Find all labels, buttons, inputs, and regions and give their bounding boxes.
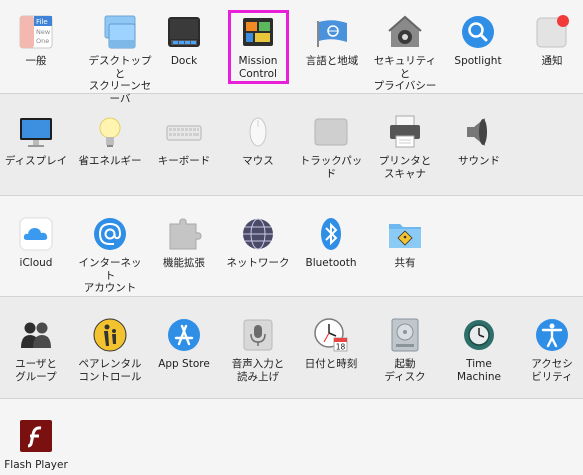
sharing-folder-icon bbox=[387, 216, 423, 252]
pref-sound[interactable]: サウンド bbox=[443, 114, 515, 168]
clock-calendar-icon: 18 bbox=[313, 317, 349, 353]
svg-text:New: New bbox=[36, 28, 51, 36]
internet-accounts-label: インターネット アカウント bbox=[78, 257, 142, 294]
pref-security[interactable]: セキュリティと プライバシー bbox=[369, 14, 441, 93]
pref-users-groups[interactable]: ユーザと グループ bbox=[0, 317, 72, 383]
security-label: セキュリティと プライバシー bbox=[373, 55, 437, 92]
pref-flash-player[interactable]: Flash Player bbox=[0, 418, 72, 472]
pref-date-time[interactable]: 18 日付と時刻 bbox=[295, 317, 367, 371]
pref-extensions[interactable]: 機能拡張 bbox=[148, 216, 220, 270]
pref-language[interactable]: 言語と地域 bbox=[296, 14, 368, 68]
accessibility-icon bbox=[534, 317, 570, 353]
mission-control-icon bbox=[240, 14, 276, 50]
lightbulb-icon bbox=[92, 114, 128, 150]
printers-label: プリンタと スキャナ bbox=[378, 155, 432, 180]
desktop-label: デスクトップと スクリーンセーバ bbox=[88, 55, 152, 105]
spotlight-label: Spotlight bbox=[454, 55, 502, 67]
pref-app-store[interactable]: App Store bbox=[148, 317, 220, 371]
time-machine-icon bbox=[461, 317, 497, 353]
icloud-icon bbox=[18, 216, 54, 252]
pref-dictation[interactable]: 音声入力と 読み上げ bbox=[222, 317, 294, 383]
pref-startup-disk[interactable]: 起動 ディスク bbox=[369, 317, 441, 383]
sharing-label: 共有 bbox=[394, 257, 416, 269]
trackpad-icon bbox=[313, 114, 349, 150]
pref-energy[interactable]: 省エネルギー bbox=[74, 114, 146, 168]
pref-notifications[interactable]: 通知 bbox=[516, 14, 583, 68]
pref-general[interactable]: File New One 一般 bbox=[0, 14, 72, 68]
other-section bbox=[0, 399, 583, 475]
mission-control-label: Mission Control bbox=[238, 55, 278, 80]
spotlight-search-icon bbox=[460, 14, 496, 50]
startup-label: 起動 ディスク bbox=[384, 358, 426, 383]
trackpad-label: トラックパッド bbox=[299, 155, 363, 180]
pref-trackpad[interactable]: トラックパッド bbox=[295, 114, 367, 180]
pref-sharing[interactable]: 共有 bbox=[369, 216, 441, 270]
pref-printers[interactable]: プリンタと スキャナ bbox=[369, 114, 441, 180]
energy-label: 省エネルギー bbox=[78, 155, 142, 167]
hard-disk-icon bbox=[387, 317, 423, 353]
pref-spotlight[interactable]: Spotlight bbox=[442, 14, 514, 68]
at-sign-icon bbox=[92, 216, 128, 252]
users-icon bbox=[18, 317, 54, 353]
pref-mouse[interactable]: マウス bbox=[222, 114, 294, 168]
app-store-icon bbox=[166, 317, 202, 353]
display-label: ディスプレイ bbox=[4, 155, 68, 167]
pref-desktop[interactable]: デスクトップと スクリーンセーバ bbox=[84, 14, 156, 105]
general-label: 一般 bbox=[25, 55, 47, 67]
keyboard-label: キーボード bbox=[157, 155, 211, 167]
network-label: ネットワーク bbox=[226, 257, 290, 269]
svg-text:File: File bbox=[36, 18, 48, 26]
printer-icon bbox=[387, 114, 423, 150]
puzzle-piece-icon bbox=[166, 216, 202, 252]
general-icon: File New One bbox=[18, 14, 54, 50]
speaker-icon bbox=[461, 114, 497, 150]
pref-accessibility[interactable]: アクセシ ビリティ bbox=[516, 317, 583, 383]
dictation-label: 音声入力と 読み上げ bbox=[231, 358, 285, 383]
pref-mission-control[interactable]: Mission Control bbox=[222, 14, 294, 80]
extensions-label: 機能拡張 bbox=[163, 257, 205, 269]
microphone-icon bbox=[240, 317, 276, 353]
pref-bluetooth[interactable]: Bluetooth bbox=[295, 216, 367, 270]
parental-label: ペアレンタル コントロール bbox=[78, 358, 142, 383]
bluetooth-label: Bluetooth bbox=[305, 257, 357, 269]
un-flag-icon bbox=[314, 14, 350, 50]
pref-keyboard[interactable]: キーボード bbox=[148, 114, 220, 168]
sound-label: サウンド bbox=[458, 155, 500, 167]
parental-controls-icon bbox=[92, 317, 128, 353]
pref-parental-controls[interactable]: ペアレンタル コントロール bbox=[74, 317, 146, 383]
icloud-label: iCloud bbox=[19, 257, 53, 269]
svg-text:One: One bbox=[36, 37, 49, 45]
mouse-icon bbox=[240, 114, 276, 150]
desktop-screensaver-icon bbox=[102, 14, 138, 50]
language-label: 言語と地域 bbox=[305, 55, 359, 67]
display-icon bbox=[18, 114, 54, 150]
svg-text:18: 18 bbox=[336, 343, 346, 352]
users-label: ユーザと グループ bbox=[15, 358, 57, 383]
mouse-label: マウス bbox=[242, 155, 274, 167]
datetime-label: 日付と時刻 bbox=[304, 358, 358, 370]
app-store-label: App Store bbox=[158, 358, 210, 370]
dock-icon bbox=[166, 14, 202, 50]
globe-network-icon bbox=[240, 216, 276, 252]
notifications-label: 通知 bbox=[541, 55, 563, 67]
pref-display[interactable]: ディスプレイ bbox=[0, 114, 72, 168]
keyboard-icon bbox=[166, 114, 202, 150]
notifications-icon bbox=[534, 14, 570, 50]
flash-player-label: Flash Player bbox=[4, 459, 68, 471]
pref-internet-accounts[interactable]: インターネット アカウント bbox=[74, 216, 146, 295]
pref-icloud[interactable]: iCloud bbox=[0, 216, 72, 270]
dock-label: Dock bbox=[170, 55, 198, 67]
pref-dock[interactable]: Dock bbox=[148, 14, 220, 68]
pref-network[interactable]: ネットワーク bbox=[222, 216, 294, 270]
bluetooth-icon bbox=[313, 216, 349, 252]
house-lock-icon bbox=[387, 14, 423, 50]
pref-time-machine[interactable]: Time Machine bbox=[443, 317, 515, 383]
accessibility-label: アクセシ ビリティ bbox=[531, 358, 573, 383]
flash-player-icon bbox=[18, 418, 54, 454]
time-machine-label: Time Machine bbox=[457, 358, 501, 383]
